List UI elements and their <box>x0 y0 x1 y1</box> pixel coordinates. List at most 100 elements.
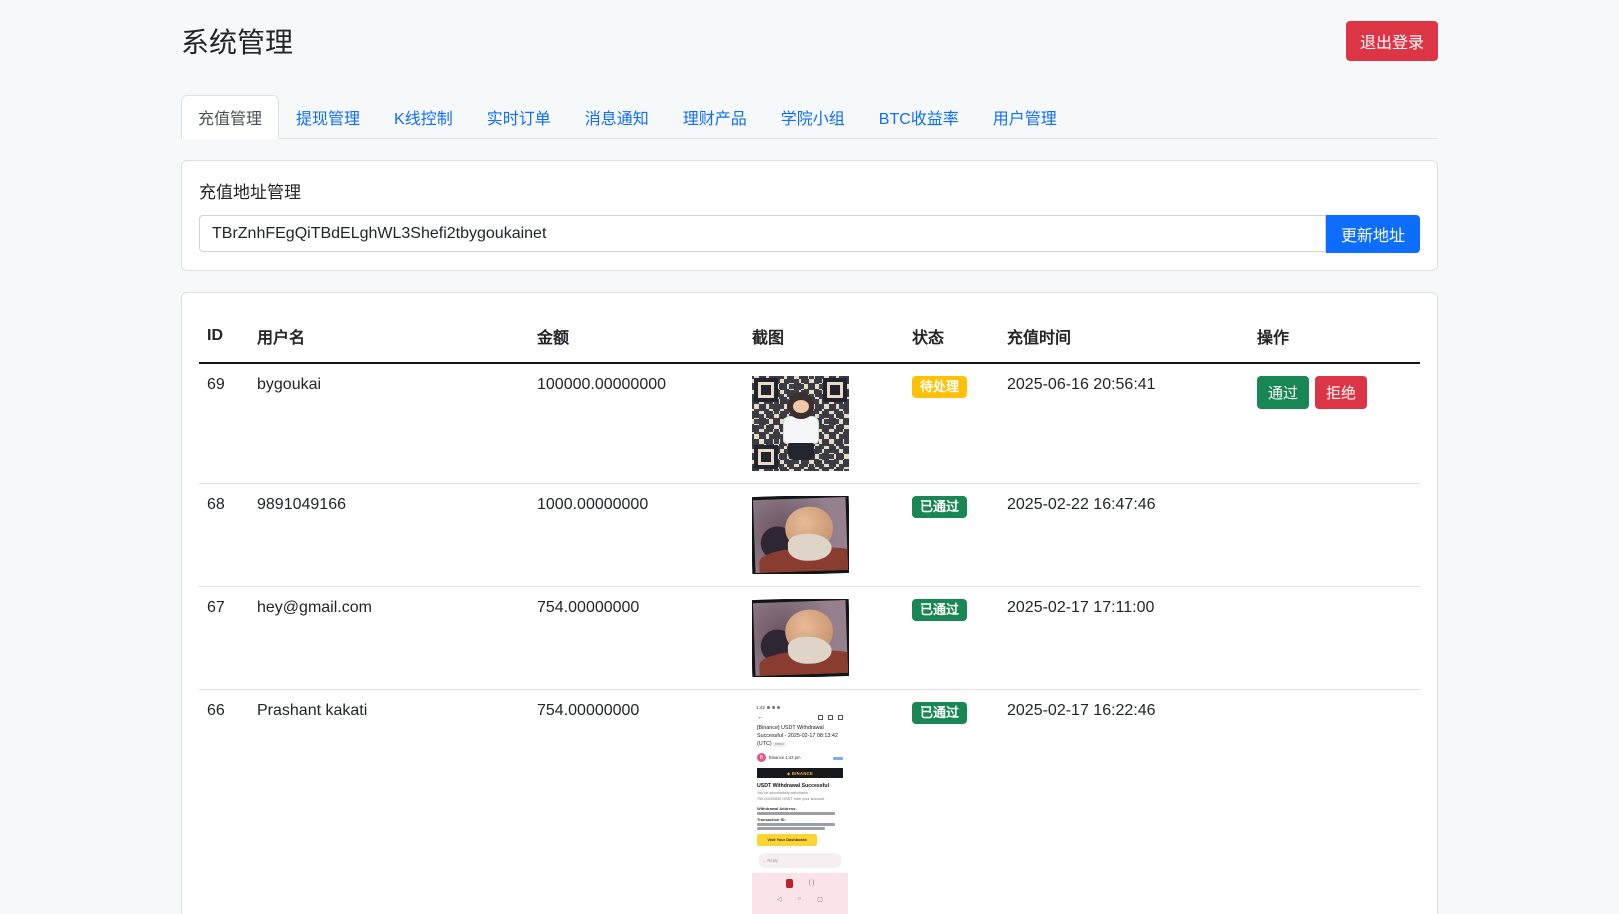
tab-user-management-link[interactable]: 用户管理 <box>976 95 1074 139</box>
tab-message-notification-link[interactable]: 消息通知 <box>568 95 666 139</box>
cell-screenshot <box>744 363 904 484</box>
nav-back-icon: ◁ <box>777 896 782 903</box>
cell-screenshot <box>744 587 904 690</box>
txid-text-line <box>757 827 825 830</box>
cell-id: 68 <box>199 484 249 587</box>
tab-kline-control[interactable]: K线控制 <box>377 95 470 139</box>
reject-button[interactable]: 拒绝 <box>1315 376 1367 409</box>
cell-amount: 100000.00000000 <box>529 363 744 484</box>
header-actions: 操作 <box>1249 310 1420 363</box>
cell-actions <box>1249 484 1420 587</box>
view-detail-link <box>833 757 843 760</box>
nav-recent-icon: ▢ <box>817 896 823 903</box>
header-screenshot: 截图 <box>744 310 904 363</box>
inbox-tag: Inbox <box>773 742 786 747</box>
tab-wealth-products-link[interactable]: 理财产品 <box>666 95 764 139</box>
sender-avatar: B <box>757 753 766 762</box>
cell-status: 已通过 <box>904 587 999 690</box>
cell-time: 2025-02-22 16:47:46 <box>999 484 1249 587</box>
cell-time: 2025-02-17 17:11:00 <box>999 587 1249 690</box>
cell-id: 69 <box>199 363 249 484</box>
tab-academy-group[interactable]: 学院小组 <box>764 95 862 139</box>
transaction-id-label: Transaction ID: <box>752 815 848 822</box>
qr-code-image <box>752 376 849 471</box>
youtube-icon <box>786 879 793 888</box>
portrait-painting-image <box>752 599 849 677</box>
status-badge-pending: 待处理 <box>912 376 967 398</box>
tab-kline-control-link[interactable]: K线控制 <box>377 95 470 139</box>
tab-realtime-orders-link[interactable]: 实时订单 <box>470 95 568 139</box>
tab-btc-yield-link[interactable]: BTC收益率 <box>862 95 976 139</box>
cell-id: 66 <box>199 690 249 914</box>
logout-button[interactable]: 退出登录 <box>1346 21 1438 61</box>
recharge-address-input[interactable] <box>199 215 1326 252</box>
visit-dashboard-button: Visit Your Dashboard <box>757 834 817 846</box>
binance-brand-banner: ◆ BINANCE <box>757 768 843 778</box>
header-time: 充值时间 <box>999 310 1249 363</box>
tab-wealth-products[interactable]: 理财产品 <box>666 95 764 139</box>
tab-bar: 充值管理 提现管理 K线控制 实时订单 消息通知 理财产品 学院小组 BTC收益… <box>181 95 1438 139</box>
tab-recharge-management[interactable]: 充值管理 <box>181 95 279 139</box>
nav-home-icon: ○ <box>798 896 802 902</box>
header-id: ID <box>199 310 249 363</box>
cell-username: hey@gmail.com <box>249 587 529 690</box>
cell-amount: 754.00000000 <box>529 587 744 690</box>
tab-btc-yield[interactable]: BTC收益率 <box>862 95 976 139</box>
tab-recharge-management-link[interactable]: 充值管理 <box>181 95 279 139</box>
table-row: 69 bygoukai 100000.00000000 <box>199 363 1420 484</box>
cell-id: 67 <box>199 587 249 690</box>
tab-realtime-orders[interactable]: 实时订单 <box>470 95 568 139</box>
delete-icon <box>828 715 833 720</box>
tab-withdrawal-management-link[interactable]: 提现管理 <box>279 95 377 139</box>
page-header: 系统管理 退出登录 <box>181 21 1438 61</box>
cell-amount: 1000.00000000 <box>529 484 744 587</box>
table-header-row: ID 用户名 金额 截图 状态 充值时间 操作 <box>199 310 1420 363</box>
phone-status-time: 1:43 <box>756 705 765 710</box>
email-body-line: 754.00000000 USDT from your account. <box>757 797 843 803</box>
status-dot-icon <box>767 706 770 709</box>
cell-amount: 754.00000000 <box>529 690 744 914</box>
portrait-painting-image <box>752 496 849 574</box>
cell-actions: 通过拒绝 <box>1249 363 1420 484</box>
table-row: 66 Prashant kakati 754.00000000 1:43 <box>199 690 1420 914</box>
header-status: 状态 <box>904 310 999 363</box>
tab-user-management[interactable]: 用户管理 <box>976 95 1074 139</box>
table-row: 68 9891049166 1000.00000000 <box>199 484 1420 587</box>
tab-withdrawal-management[interactable]: 提现管理 <box>279 95 377 139</box>
code-icon: ( ) <box>809 880 815 886</box>
txid-text-line <box>757 823 835 826</box>
status-dot-icon <box>772 706 775 709</box>
cell-status: 已通过 <box>904 484 999 587</box>
mail-icon <box>838 715 843 720</box>
cell-time: 2025-02-17 16:22:46 <box>999 690 1249 914</box>
cell-actions <box>1249 690 1420 914</box>
cell-username: Prashant kakati <box>249 690 529 914</box>
recharge-address-card: 充值地址管理 更新地址 <box>181 160 1438 271</box>
qr-finder-icon <box>754 445 778 469</box>
cell-actions <box>1249 587 1420 690</box>
approve-button[interactable]: 通过 <box>1257 376 1309 409</box>
cell-status: 待处理 <box>904 363 999 484</box>
withdrawal-address-label: Withdrawal Address: <box>752 804 848 811</box>
tab-message-notification[interactable]: 消息通知 <box>568 95 666 139</box>
cell-screenshot: 1:43 ← <box>744 690 904 914</box>
status-dot-icon <box>777 706 780 709</box>
tab-academy-group-link[interactable]: 学院小组 <box>764 95 862 139</box>
recharge-table: ID 用户名 金额 截图 状态 充值时间 操作 69 bygoukai 1000… <box>199 310 1420 914</box>
reply-bar: ← Reply <box>758 853 842 868</box>
email-heading: USDT Withdrawal Successful <box>752 781 848 790</box>
archive-icon <box>818 715 823 720</box>
cell-username: 9891049166 <box>249 484 529 587</box>
sender-name: Binance 1:43 pm <box>769 755 800 760</box>
qr-center-figure <box>779 392 823 466</box>
status-badge-approved: 已通过 <box>912 496 967 518</box>
update-address-button[interactable]: 更新地址 <box>1326 215 1420 253</box>
address-input-group: 更新地址 <box>199 215 1420 253</box>
binance-email-screenshot: 1:43 ← <box>752 702 848 914</box>
header-amount: 金额 <box>529 310 744 363</box>
qr-finder-icon <box>754 378 778 402</box>
table-row: 67 hey@gmail.com 754.00000000 <box>199 587 1420 690</box>
qr-finder-icon <box>823 378 847 402</box>
cell-username: bygoukai <box>249 363 529 484</box>
recharge-records-card: ID 用户名 金额 截图 状态 充值时间 操作 69 bygoukai 1000… <box>181 292 1438 914</box>
